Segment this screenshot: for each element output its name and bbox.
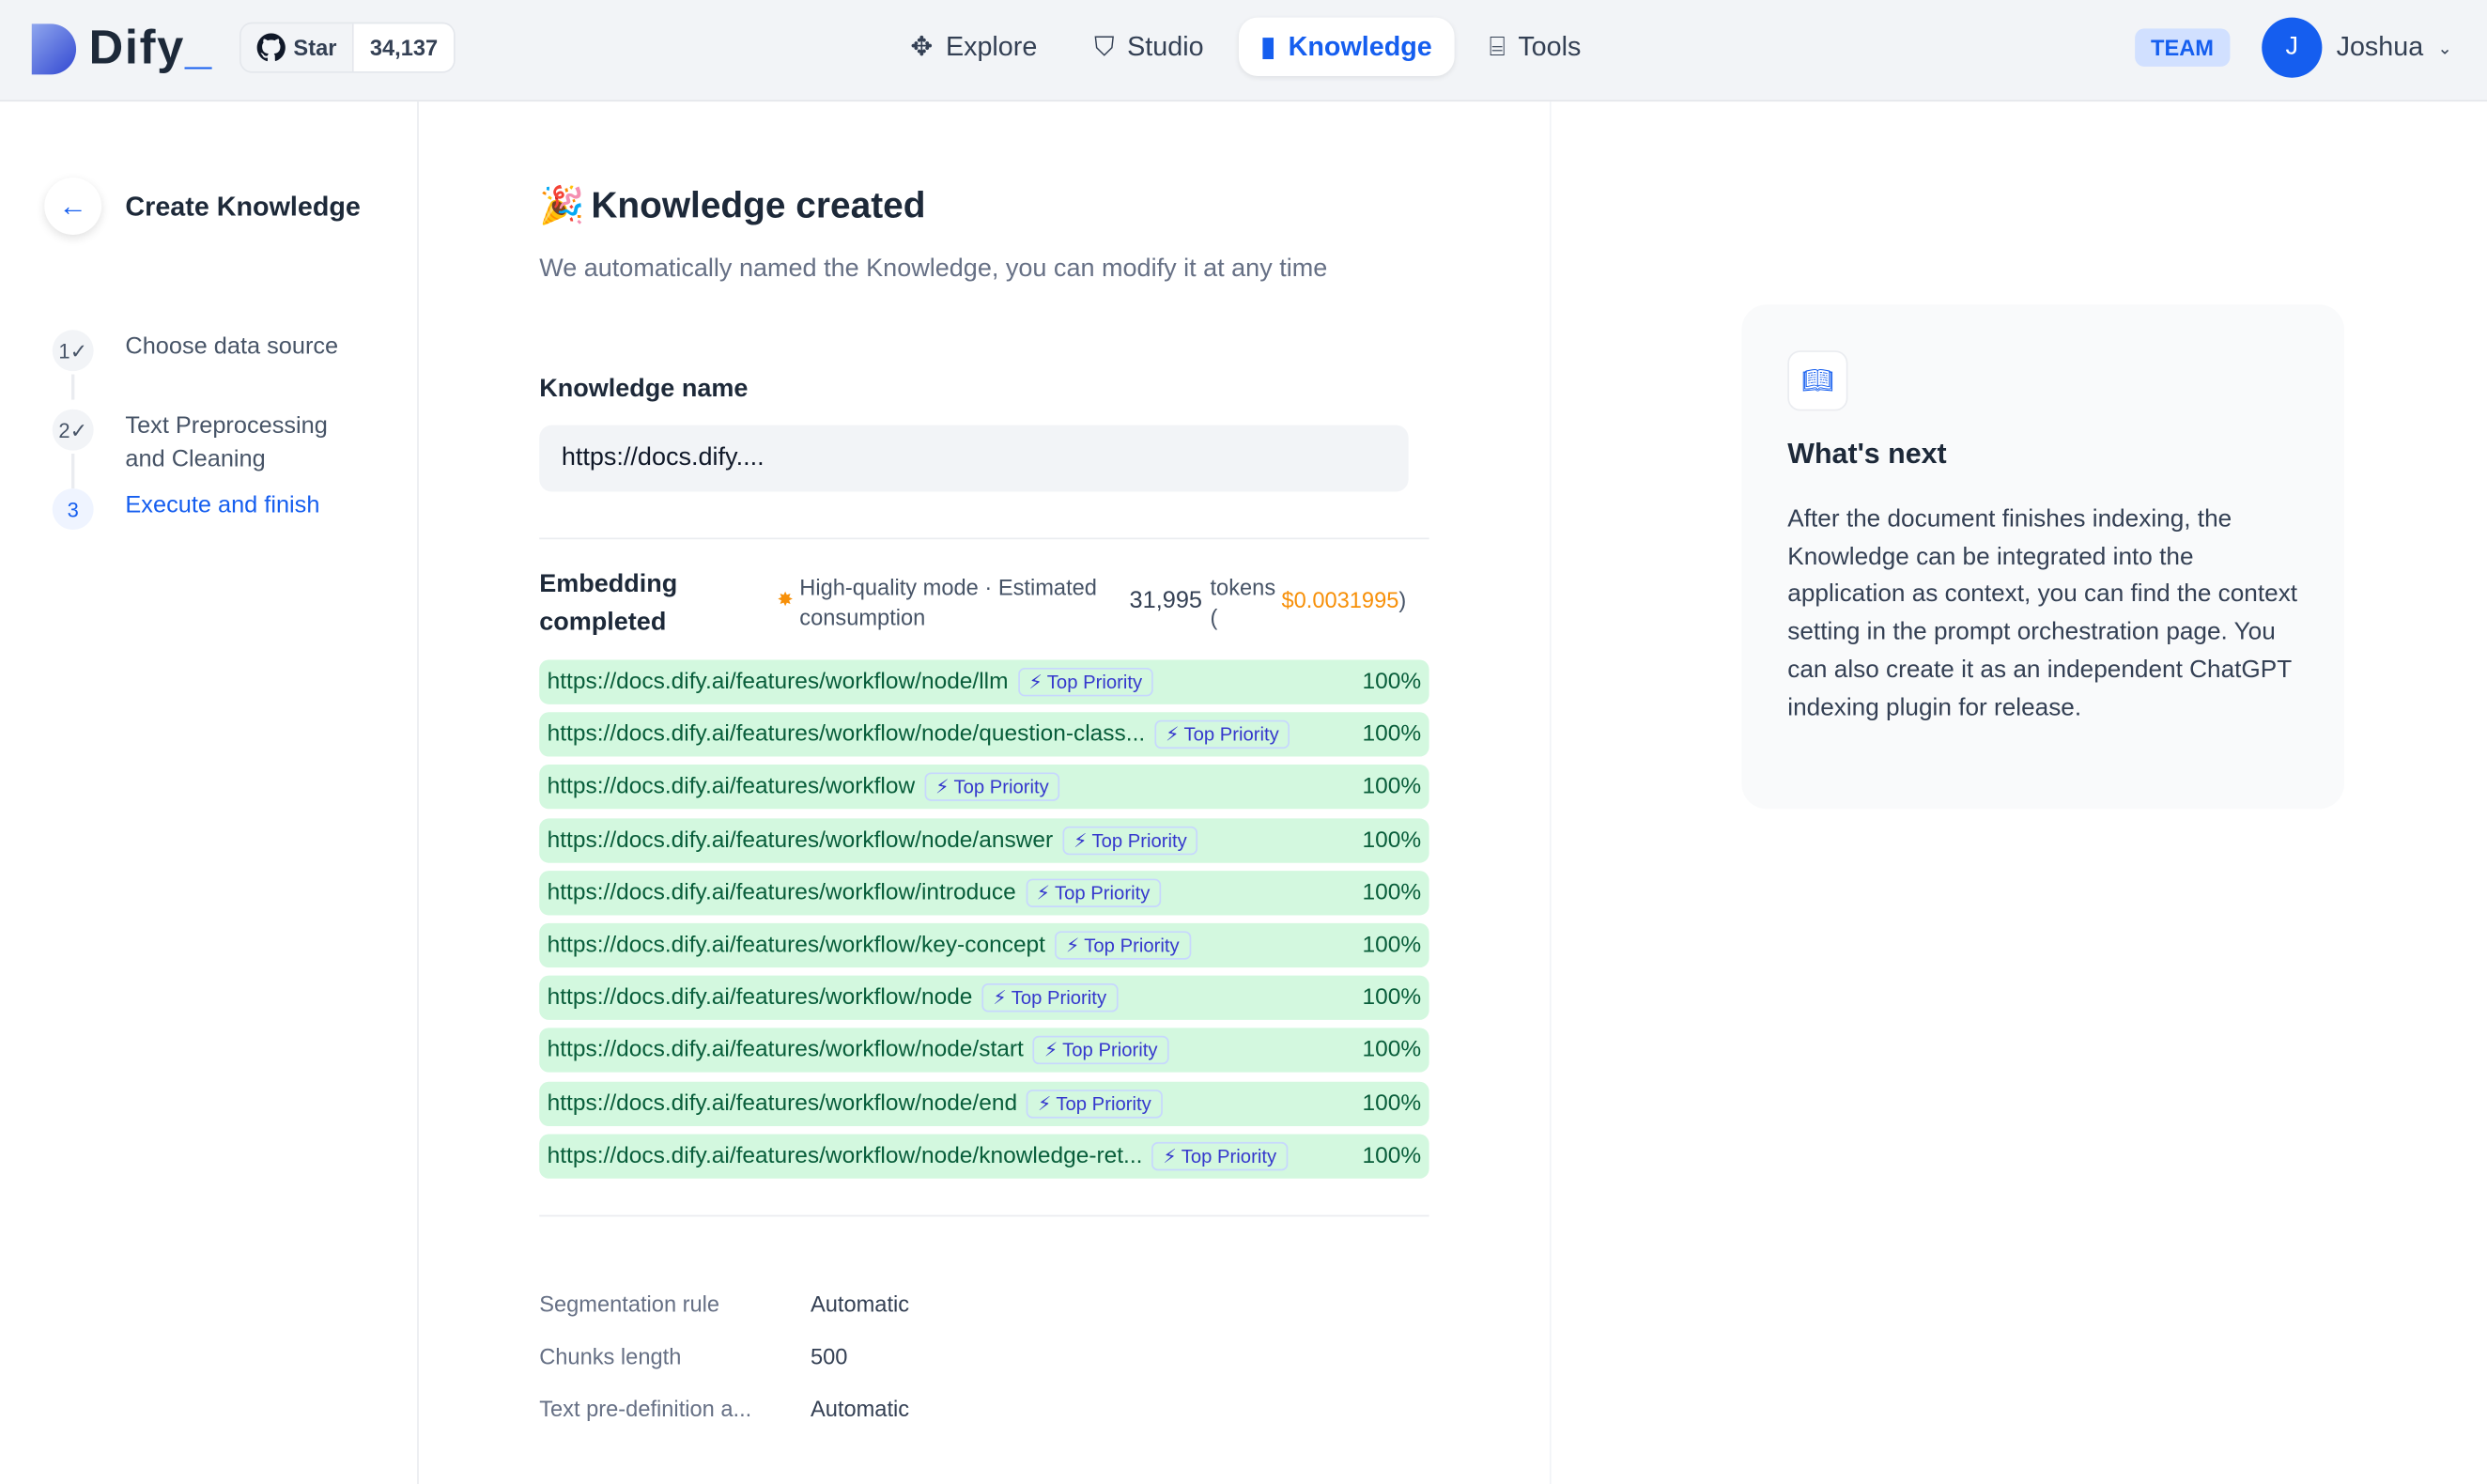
document-row[interactable]: https://docs.dify.ai/features/workflow ⚡︎… — [539, 765, 1429, 810]
document-url: https://docs.dify.ai/features/workflow/n… — [539, 722, 1145, 748]
back-button[interactable]: ← — [44, 178, 101, 235]
nav-knowledge[interactable]: ▮Knowledge — [1239, 18, 1455, 76]
document-url: https://docs.dify.ai/features/workflow/n… — [539, 670, 1008, 695]
step-3: 3Execute and finish — [53, 488, 320, 530]
document-progress: 100% — [1363, 775, 1429, 800]
priority-badge: ⚡︎Top Priority — [924, 773, 1059, 801]
priority-badge: ⚡︎Top Priority — [1062, 826, 1197, 854]
document-url: https://docs.dify.ai/features/workflow/n… — [539, 985, 972, 1011]
team-badge: TEAM — [2135, 28, 2230, 67]
whats-next-card: 📖︎ What's next After the document finish… — [1741, 304, 2344, 809]
document-row[interactable]: https://docs.dify.ai/features/workflow/k… — [539, 923, 1429, 967]
top-bar: Dify_ Star 34,137 ✥Explore ⛉Studio ▮Know… — [0, 0, 2487, 101]
lightning-icon: ⚡︎ — [1066, 935, 1079, 957]
document-row[interactable]: https://docs.dify.ai/features/workflow/n… — [539, 660, 1429, 704]
document-progress: 100% — [1363, 670, 1429, 695]
document-url: https://docs.dify.ai/features/workflow/i… — [539, 880, 1016, 905]
embedding-status: Embedding completed — [539, 566, 730, 642]
chevron-down-icon: ⌄ — [2437, 38, 2452, 58]
lightning-icon: ⚡︎ — [1166, 723, 1179, 746]
priority-badge: ⚡︎Top Priority — [1027, 1090, 1162, 1118]
priority-badge: ⚡︎Top Priority — [1026, 878, 1161, 906]
arrow-left-icon: ← — [58, 190, 86, 223]
book-open-icon: 📖︎ — [1787, 350, 1847, 410]
document-url: https://docs.dify.ai/features/workflow/n… — [539, 1038, 1024, 1063]
party-icon: 🎉 — [539, 184, 584, 227]
lightning-icon: ⚡︎ — [1037, 882, 1050, 904]
priority-badge: ⚡︎Top Priority — [1055, 931, 1190, 959]
nav-explore[interactable]: ✥Explore — [888, 18, 1059, 76]
divider — [539, 1215, 1429, 1217]
document-row[interactable]: https://docs.dify.ai/features/workflow/i… — [539, 871, 1429, 915]
github-icon — [257, 33, 286, 61]
document-url: https://docs.dify.ai/features/workflow/k… — [539, 933, 1045, 958]
document-progress: 100% — [1363, 722, 1429, 748]
lightning-icon: ⚡︎ — [1028, 671, 1042, 693]
user-menu[interactable]: JJoshua⌄ — [2262, 18, 2452, 78]
knowledge-name-input[interactable]: https://docs.dify.... — [539, 425, 1408, 492]
explore-icon: ✥ — [910, 31, 933, 63]
knowledge-name-label: Knowledge name — [539, 376, 748, 404]
document-url: https://docs.dify.ai/features/workflow — [539, 775, 915, 800]
document-row[interactable]: https://docs.dify.ai/features/workflow/n… — [539, 1028, 1429, 1073]
document-row[interactable]: https://docs.dify.ai/features/workflow/n… — [539, 976, 1429, 1020]
knowledge-icon: ▮ — [1260, 31, 1275, 63]
star-count: 34,137 — [352, 23, 454, 71]
document-progress: 100% — [1363, 827, 1429, 853]
document-row[interactable]: https://docs.dify.ai/features/workflow/n… — [539, 1081, 1429, 1125]
nav-studio[interactable]: ⛉Studio — [1072, 18, 1226, 76]
panel-divider — [1550, 101, 1552, 1484]
priority-badge: ⚡︎Top Priority — [1018, 668, 1153, 696]
page-subtitle: We automatically named the Knowledge, yo… — [539, 255, 1327, 284]
lightning-icon: ⚡︎ — [1163, 1145, 1176, 1167]
lightning-icon: ⚡︎ — [935, 776, 949, 798]
step-1: 1✓Choose data source — [53, 330, 338, 371]
document-row[interactable]: https://docs.dify.ai/features/workflow/n… — [539, 1134, 1429, 1178]
document-progress: 100% — [1363, 1038, 1429, 1063]
github-star-button[interactable]: Star 34,137 — [239, 23, 456, 73]
document-url: https://docs.dify.ai/features/workflow/n… — [539, 1143, 1142, 1168]
studio-icon: ⛉ — [1094, 31, 1115, 63]
main-nav: ✥Explore ⛉Studio ▮Knowledge ⌸Tools — [888, 18, 1603, 76]
nav-tools[interactable]: ⌸Tools — [1467, 18, 1603, 76]
sparkle-icon: ✸ — [778, 585, 794, 615]
priority-badge: ⚡︎Top Priority — [982, 983, 1118, 1012]
document-row[interactable]: https://docs.dify.ai/features/workflow/n… — [539, 713, 1429, 757]
document-url: https://docs.dify.ai/features/workflow/n… — [539, 1090, 1017, 1116]
document-progress: 100% — [1363, 1090, 1429, 1116]
dify-logo[interactable]: Dify_ — [32, 23, 213, 76]
lightning-icon: ⚡︎ — [1038, 1092, 1051, 1115]
embedding-info: ✸ High-quality mode · Estimated consumpt… — [778, 573, 1407, 633]
priority-badge: ⚡︎Top Priority — [1154, 720, 1290, 749]
document-row[interactable]: https://docs.dify.ai/features/workflow/n… — [539, 818, 1429, 862]
step-2: 2✓Text Preprocessing and Cleaning — [53, 410, 370, 476]
document-progress: 100% — [1363, 1143, 1429, 1168]
sidebar: ← Create Knowledge 1✓Choose data source … — [0, 101, 419, 1484]
document-progress: 100% — [1363, 985, 1429, 1011]
document-url: https://docs.dify.ai/features/workflow/n… — [539, 827, 1053, 853]
priority-badge: ⚡︎Top Priority — [1033, 1036, 1168, 1064]
document-progress: 100% — [1363, 880, 1429, 905]
lightning-icon: ⚡︎ — [1074, 829, 1087, 852]
lightning-icon: ⚡︎ — [993, 987, 1006, 1010]
logo-mark — [32, 23, 76, 74]
rule-chunks-length: Chunks length500 — [539, 1343, 681, 1368]
page-title: 🎉Knowledge created — [539, 184, 925, 227]
step-connector — [71, 375, 74, 400]
lightning-icon: ⚡︎ — [1044, 1040, 1058, 1062]
rule-text-predefinition: Text pre-definition a...Automatic — [539, 1396, 751, 1421]
document-progress: 100% — [1363, 933, 1429, 958]
rule-segmentation: Segmentation ruleAutomatic — [539, 1291, 719, 1317]
tools-icon: ⌸ — [1490, 31, 1506, 63]
sidebar-title: Create Knowledge — [125, 192, 360, 224]
divider — [539, 538, 1429, 540]
avatar: J — [2262, 18, 2322, 78]
priority-badge: ⚡︎Top Priority — [1152, 1142, 1288, 1170]
